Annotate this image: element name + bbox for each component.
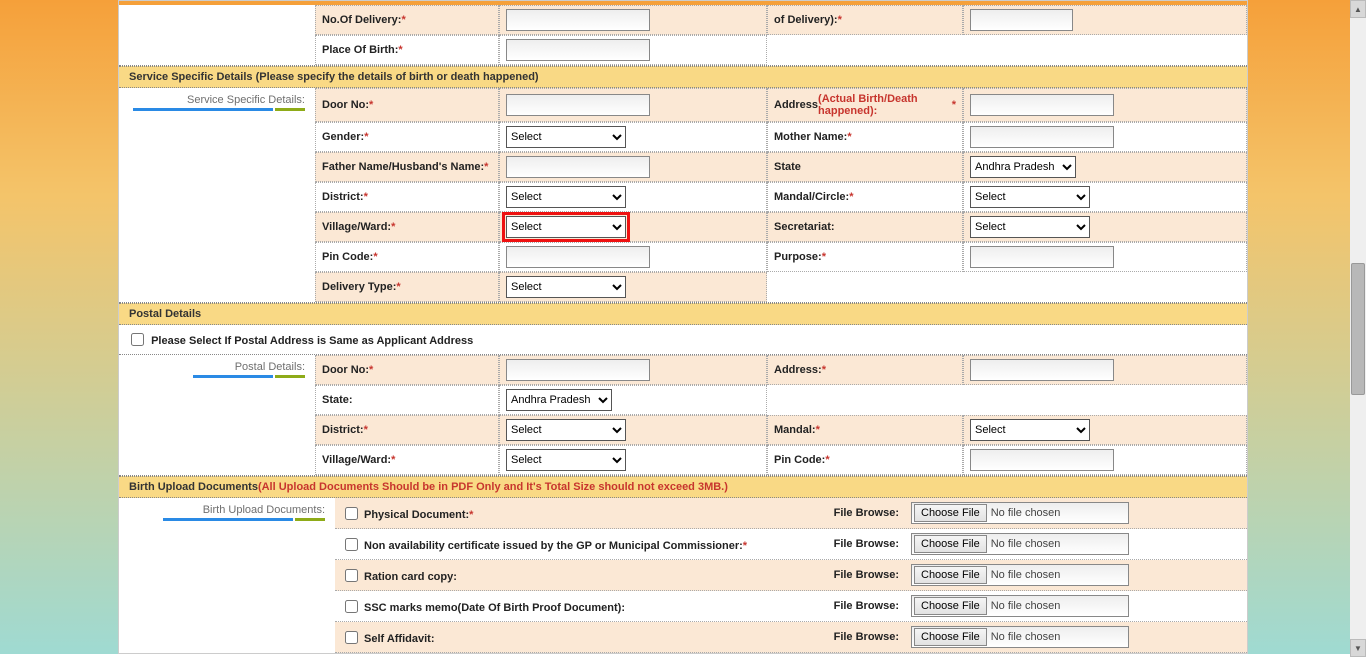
upload-item-label: Physical Document:* [335,500,799,527]
select-postal-village-ward[interactable]: Select [506,449,626,471]
section-header-service-specific: Service Specific Details (Please specify… [119,66,1247,88]
input-place-of-birth[interactable] [506,39,650,61]
label-file-browse: File Browse: [799,631,905,643]
empty-inp [963,35,1247,65]
upload-item-label: Ration card copy: [335,562,799,589]
cell-file-input: Choose File No file chosen [905,498,1135,528]
section-header-uploads: Birth Upload Documents(All Upload Docume… [119,476,1247,498]
input-postal-address[interactable] [970,359,1114,381]
vertical-scrollbar[interactable]: ▲ ▼ [1350,0,1366,657]
select-postal-state[interactable]: Andhra Pradesh [506,389,612,411]
label-file-browse: File Browse: [799,538,905,550]
upload-row: Non availability certificate issued by t… [335,529,1247,560]
label-place-of-birth: Place Of Birth:* [315,35,499,65]
select-svc-gender[interactable]: Select [506,126,626,148]
scroll-up-button[interactable]: ▲ [1350,0,1366,18]
service-specific-fields: Door No:* Address(Actual Birth/Death hap… [315,88,1247,302]
file-status-text: No file chosen [991,631,1061,643]
cell-file-input: Choose File No file chosen [905,622,1135,652]
upload-item-label: SSC marks memo(Date Of Birth Proof Docum… [335,593,799,620]
page: No.Of Delivery:* of Delivery):* Place Of… [118,0,1248,654]
select-postal-district[interactable]: Select [506,419,626,441]
label-of-delivery-cont: of Delivery):* [767,5,963,35]
file-status-text: No file chosen [991,507,1061,519]
upload-item-label: Non availability certificate issued by t… [335,531,799,558]
service-specific-row: Service Specific Details: Door No:* Addr… [119,88,1247,303]
input-svc-door-no[interactable] [506,94,650,116]
empty-lab [767,35,963,65]
input-postal-door-no[interactable] [506,359,650,381]
input-postal-pin[interactable] [970,449,1114,471]
choose-file-button[interactable]: Choose File [914,535,987,553]
choose-file-button[interactable]: Choose File [914,628,987,646]
service-specific-side-label: Service Specific Details: [119,88,315,302]
row-no-of-delivery: No.Of Delivery:* of Delivery):* [315,5,1247,35]
file-status-text: No file chosen [991,569,1061,581]
cell-of-delivery-cont [963,5,1247,35]
row-place-of-birth: Place Of Birth:* [315,35,1247,65]
label-file-browse: File Browse: [799,507,905,519]
select-svc-mandal[interactable]: Select [970,186,1090,208]
postal-row: Postal Details: Door No:* Address:* Stat… [119,355,1247,476]
select-svc-village-ward[interactable]: Select [506,216,626,238]
content: No.Of Delivery:* of Delivery):* Place Of… [119,5,1247,653]
cell-no-of-delivery [499,5,767,35]
choose-file-button[interactable]: Choose File [914,504,987,522]
upload-row: Physical Document:*File Browse:Choose Fi… [335,498,1247,529]
postal-side-label: Postal Details: [119,355,315,475]
input-svc-purpose[interactable] [970,246,1114,268]
label-file-browse: File Browse: [799,600,905,612]
file-status-text: No file chosen [991,538,1061,550]
checkbox-upload-item[interactable] [345,569,358,582]
cell-file-input: Choose File No file chosen [905,529,1135,559]
upload-row: Self Affidavit:File Browse: Choose File No… [335,622,1247,653]
select-svc-delivery-type[interactable]: Select [506,276,626,298]
input-svc-pin[interactable] [506,246,650,268]
label-no-of-delivery: No.Of Delivery:* [315,5,499,35]
prev-side-label [119,5,315,65]
input-no-of-delivery[interactable] [506,9,650,31]
cell-place-of-birth [499,35,767,65]
select-svc-state[interactable]: Andhra Pradesh [970,156,1076,178]
checkbox-upload-item[interactable] [345,600,358,613]
checkbox-postal-same-as[interactable] [131,333,144,346]
scroll-track[interactable] [1350,18,1366,639]
prev-side-fields: No.Of Delivery:* of Delivery):* Place Of… [315,5,1247,65]
upload-item-label: Self Affidavit: [335,624,799,651]
select-svc-secretariat[interactable]: Select [970,216,1090,238]
cell-file-input: Choose File No file chosen [905,560,1135,590]
label-postal-same-as: Please Select If Postal Address is Same … [151,335,473,347]
postal-same-as-line: Please Select If Postal Address is Same … [119,325,1247,355]
section-header-postal: Postal Details [119,303,1247,325]
input-of-delivery-cont[interactable] [970,9,1073,31]
checkbox-upload-item[interactable] [345,507,358,520]
cell-file-input: Choose File No file chosen [905,591,1135,621]
checkbox-upload-item[interactable] [345,538,358,551]
select-postal-mandal[interactable]: Select [970,419,1090,441]
scroll-thumb[interactable] [1351,263,1365,395]
postal-fields: Door No:* Address:* State: Andhra Prades… [315,355,1247,475]
uploads-side-label: Birth Upload Documents: [119,498,335,653]
input-svc-father-name[interactable] [506,156,650,178]
choose-file-button[interactable]: Choose File [914,566,987,584]
checkbox-upload-item[interactable] [345,631,358,644]
uploads-row: Birth Upload Documents: Physical Documen… [119,498,1247,653]
scroll-down-button[interactable]: ▼ [1350,639,1366,657]
prev-section-tail: No.Of Delivery:* of Delivery):* Place Of… [119,5,1247,66]
select-svc-district[interactable]: Select [506,186,626,208]
label-file-browse: File Browse: [799,569,905,581]
choose-file-button[interactable]: Choose File [914,597,987,615]
upload-row: SSC marks memo(Date Of Birth Proof Docum… [335,591,1247,622]
file-status-text: No file chosen [991,600,1061,612]
input-svc-address[interactable] [970,94,1114,116]
uploads-list: Physical Document:*File Browse:Choose Fi… [335,498,1247,653]
input-svc-mother-name[interactable] [970,126,1114,148]
upload-row: Ration card copy:File Browse:Choose File… [335,560,1247,591]
